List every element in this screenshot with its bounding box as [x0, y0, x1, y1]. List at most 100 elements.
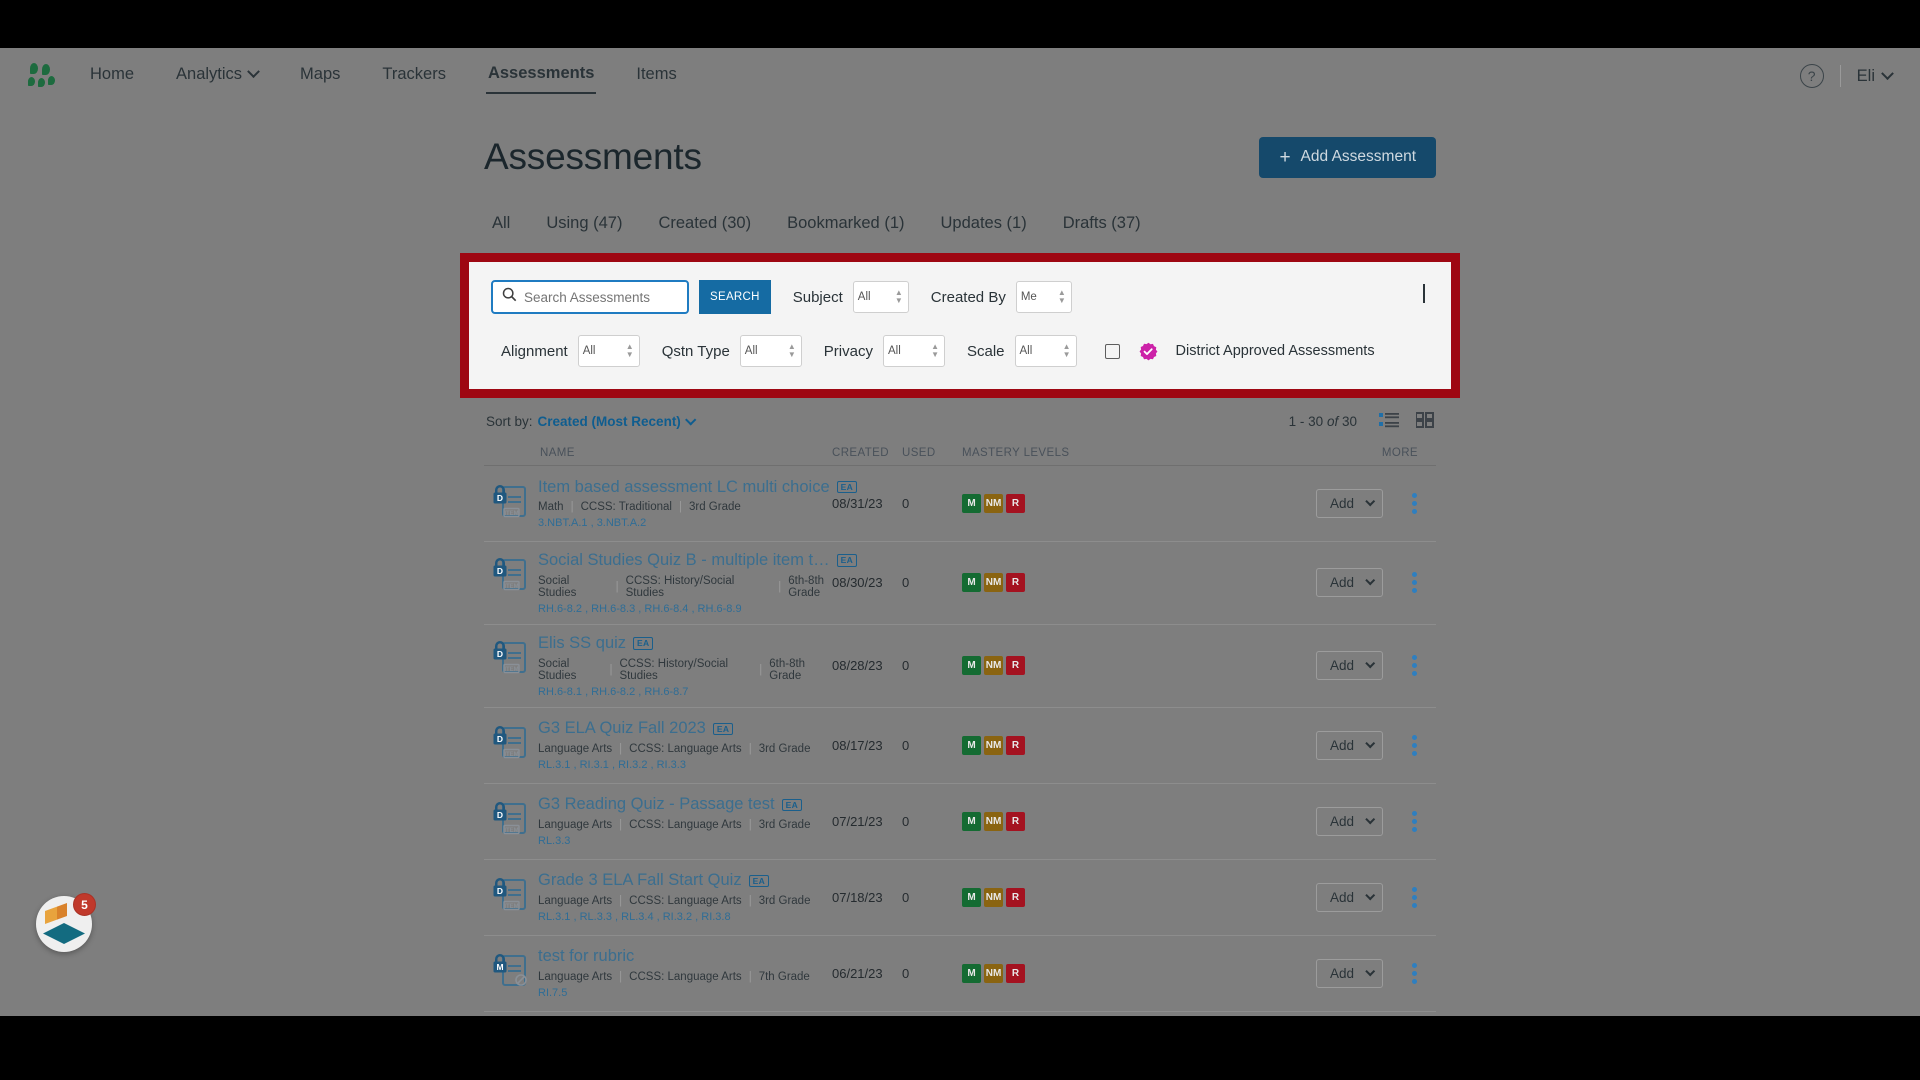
add-to-tracker-button[interactable]: Add	[1315, 730, 1383, 760]
table-row[interactable]: D ITEM Item based assessment LC multi ch…	[484, 466, 1436, 542]
add-to-tracker-button[interactable]: Add	[1315, 651, 1383, 681]
assessment-title-link[interactable]: G3 ELA Quiz Fall 2023	[538, 719, 706, 738]
mastery-badge-nm: NM	[984, 656, 1003, 676]
assessment-title-link[interactable]: Grade 3 ELA Fall Start Quiz	[538, 871, 742, 890]
nav-item-maps[interactable]: Maps	[298, 59, 342, 93]
scale-filter-select[interactable]: All ▲ ▼	[1014, 335, 1077, 367]
svg-text:D: D	[497, 810, 503, 820]
table-row[interactable]: D ITEM Elis SS quiz EA Social Studies | …	[484, 625, 1436, 708]
search-input[interactable]	[524, 282, 687, 312]
assessment-grade: 3rd Grade	[758, 895, 811, 908]
table-row[interactable]: D ITEM Social Studies Quiz B - multiple …	[484, 542, 1436, 625]
assessment-standards[interactable]: RL.3.1 , RL.3.3 , RL.3.4 , RI.3.2 , RI.3…	[538, 911, 810, 923]
assessment-name-block: Social Studies Quiz B - multiple item t……	[538, 551, 858, 615]
meta-divider: |	[619, 971, 623, 984]
nav-item-analytics[interactable]: Analytics	[174, 59, 260, 93]
table-header-row: NAME CREATED USED MASTERY LEVELS MORE	[484, 439, 1436, 466]
sort-and-pagination-row: Sort by: Created (Most Recent) 1 - 30 of…	[484, 412, 1436, 431]
add-assessment-button[interactable]: + Add Assessment	[1259, 136, 1436, 178]
tab-bookmarked[interactable]: Bookmarked (1)	[787, 214, 904, 239]
tab-created[interactable]: Created (30)	[658, 214, 751, 239]
mastery-badge-group: M NM R	[962, 494, 1202, 513]
alignment-filter-select[interactable]: All ▲ ▼	[577, 335, 640, 367]
mastery-badge-r: R	[1006, 887, 1025, 907]
assessment-subject: Social Studies	[538, 657, 577, 682]
filter-panel-highlight: SEARCH Subject All ▲▼ Created By Me ▲▼	[460, 253, 1460, 398]
table-row[interactable]: D ITEM G3 Reading Quiz - Passage test EA…	[484, 784, 1436, 860]
add-to-tracker-button[interactable]: Add	[1315, 489, 1383, 518]
assessment-name-cell: D ITEM Elis SS quiz EA Social Studies | …	[484, 634, 832, 698]
help-icon[interactable]: ?	[1799, 64, 1824, 88]
nav-item-home[interactable]: Home	[88, 59, 136, 93]
assessment-name-cell: D ITEM G3 ELA Quiz Fall 2023 EA Language…	[484, 719, 832, 771]
mastery-badge-nm: NM	[984, 811, 1003, 831]
add-button-label: Add	[1329, 813, 1354, 829]
chevron-down-icon	[1365, 814, 1376, 825]
tab-using[interactable]: Using (47)	[546, 214, 622, 239]
assessment-standards[interactable]: RI.7.5	[538, 987, 810, 999]
tab-updates[interactable]: Updates (1)	[941, 214, 1027, 239]
assessment-grade: 7th Grade	[758, 971, 810, 984]
search-box[interactable]	[491, 280, 689, 314]
add-to-tracker-button[interactable]: Add	[1315, 568, 1383, 598]
grid-view-icon[interactable]	[1415, 412, 1434, 431]
row-actions: Add	[1202, 958, 1436, 988]
assessment-standards[interactable]: RL.3.3	[538, 835, 810, 847]
assessment-standards[interactable]: 3.NBT.A.1 , 3.NBT.A.2	[538, 517, 857, 529]
add-to-tracker-button[interactable]: Add	[1315, 806, 1383, 836]
assessment-title-link[interactable]: Item based assessment LC multi choice	[538, 478, 830, 497]
subject-filter-select[interactable]: All ▲ ▼	[852, 281, 909, 313]
more-options-icon[interactable]	[1409, 490, 1420, 517]
table-row[interactable]: M ITEM test for rubric Language Arts | C…	[484, 936, 1436, 1012]
list-view-icon[interactable]	[1379, 412, 1399, 431]
pagination-summary: 1 - 30 of 30	[1289, 414, 1357, 429]
sort-by-control[interactable]: Sort by: Created (Most Recent)	[486, 413, 697, 429]
add-to-tracker-button[interactable]: Add	[1315, 958, 1383, 988]
mastery-badge-group: M NM R	[962, 573, 1202, 593]
more-options-icon[interactable]	[1409, 732, 1420, 759]
chevron-down-icon	[1365, 738, 1376, 749]
more-options-icon[interactable]	[1409, 960, 1420, 987]
user-menu[interactable]: Eli	[1857, 67, 1894, 86]
search-button[interactable]: SEARCH	[699, 280, 771, 314]
assessment-standards[interactable]: RH.6-8.2 , RH.6-8.3 , RH.6-8.4 , RH.6-8.…	[538, 603, 857, 615]
qstn-type-filter-value: All	[744, 345, 758, 357]
table-row[interactable]: D ITEM Grade 3 ELA Fall Start Quiz EA La…	[484, 860, 1436, 936]
support-widget-button[interactable]: 5	[36, 893, 96, 952]
more-options-icon[interactable]	[1409, 652, 1420, 679]
qstn-type-filter-select[interactable]: All ▲ ▼	[739, 335, 802, 367]
nav-item-trackers-label: Trackers	[382, 65, 446, 83]
svg-text:ITEM: ITEM	[504, 584, 518, 590]
widget-notification-badge: 5	[73, 893, 96, 916]
more-options-icon[interactable]	[1409, 569, 1420, 596]
chevron-down-icon	[1365, 575, 1376, 586]
nav-item-trackers[interactable]: Trackers	[380, 59, 448, 93]
assessment-used-count: 0	[902, 965, 910, 981]
assessment-title-link[interactable]: test for rubric	[538, 947, 634, 966]
tab-drafts[interactable]: Drafts (37)	[1063, 214, 1141, 239]
created-by-filter-select[interactable]: Me ▲ ▼	[1015, 281, 1072, 313]
tab-all[interactable]: All	[492, 214, 510, 239]
row-actions: Add	[1202, 568, 1436, 598]
privacy-filter-select[interactable]: All ▲ ▼	[882, 335, 945, 367]
more-options-icon[interactable]	[1409, 808, 1420, 835]
assessment-standards[interactable]: RL.3.1 , RI.3.1 , RI.3.2 , RI.3.3	[538, 759, 810, 771]
district-approved-checkbox[interactable]	[1104, 343, 1120, 359]
chevron-down-icon	[1365, 496, 1376, 507]
assessment-title-link[interactable]: Social Studies Quiz B - multiple item t…	[538, 551, 830, 570]
locked-item-doc-icon: D ITEM	[492, 553, 528, 593]
table-row[interactable]: D ITEM G3 ELA Quiz Fall 2023 EA Language…	[484, 708, 1436, 784]
more-options-icon[interactable]	[1409, 884, 1420, 911]
nav-item-items[interactable]: Items	[634, 59, 678, 93]
nav-item-assessments[interactable]: Assessments	[485, 58, 597, 94]
assessment-standards[interactable]: RH.6-8.1 , RH.6-8.2 , RH.6-8.7	[538, 686, 832, 698]
app-logo[interactable]	[28, 63, 58, 89]
add-to-tracker-button[interactable]: Add	[1315, 882, 1383, 912]
meta-divider: |	[778, 580, 782, 593]
assessment-title-link[interactable]: Elis SS quiz	[538, 634, 626, 653]
collapse-filters-button[interactable]	[1423, 284, 1425, 304]
svg-text:ITEM: ITEM	[504, 828, 518, 834]
assessment-name-cell: D ITEM Grade 3 ELA Fall Start Quiz EA La…	[484, 871, 832, 923]
assessment-title-link[interactable]: G3 Reading Quiz - Passage test	[538, 795, 775, 814]
assessment-created-date: 07/21/23	[832, 813, 883, 829]
